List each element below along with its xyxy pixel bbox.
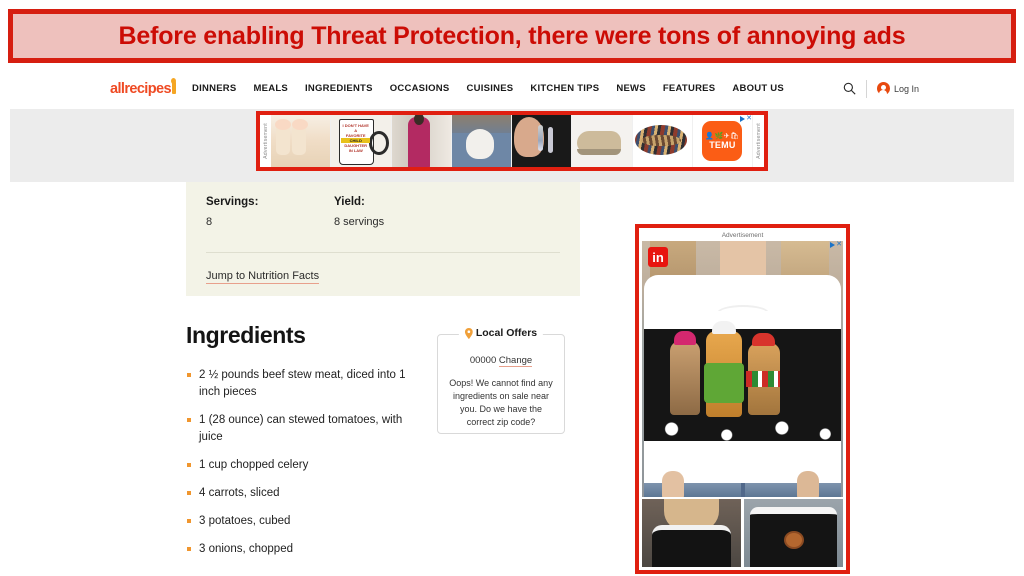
servings-value: 8 — [206, 216, 213, 228]
ingredient-item: 3 potatoes, cubed — [186, 513, 416, 530]
nav-item-kitchen-tips[interactable]: KITCHEN TIPS — [530, 83, 599, 94]
cat-hat-right — [752, 333, 775, 346]
brand-wordmark: allrecipes — [110, 81, 172, 97]
model-hand-left — [662, 471, 684, 497]
ingredient-item: 4 carrots, sliced — [186, 485, 416, 502]
nav-item-occasions[interactable]: OCCASIONS — [390, 83, 450, 94]
sidebar-ad-hero-image[interactable]: in ✕ — [642, 241, 843, 497]
sidebar-advertisement-label: Advertisement — [721, 232, 764, 239]
nav-item-ingredients[interactable]: INGREDIENTS — [305, 83, 373, 94]
temu-glyph-row: 👤🌿✈🛍 — [705, 132, 740, 140]
servings-block: Servings: 8 — [206, 196, 334, 228]
carousel-product-track: I DON'T HAVE A FAVORITE CHILD DAUGHTER IN LA… — [271, 115, 753, 167]
christmas-cat-sweater-graphic — [644, 275, 841, 497]
advertisement-label-left-text: Advertisement — [262, 123, 269, 159]
yield-block: Yield: 8 servings — [334, 196, 462, 228]
nav-item-news[interactable]: NEWS — [616, 83, 646, 94]
nav-item-dinners[interactable]: DINNERS — [192, 83, 237, 94]
site-navigation-bar: allrecipes DINNERS MEALS INGREDIENTS OCC… — [0, 68, 1024, 109]
local-offers-title-row: Local Offers — [458, 327, 544, 339]
top-ad-controls: ✕ — [740, 115, 752, 122]
sidebar-ad-controls: ✕ — [830, 241, 842, 248]
nav-item-cuisines[interactable]: CUISINES — [467, 83, 514, 94]
yield-label: Yield: — [334, 196, 365, 208]
nav-item-about-us[interactable]: ABOUT US — [732, 83, 784, 94]
ad-product-earrings[interactable] — [512, 115, 573, 167]
advertisement-label-right-text: Advertisement — [755, 123, 762, 159]
sweater-snow-band-bottom — [644, 421, 841, 441]
close-icon[interactable]: ✕ — [836, 241, 842, 248]
ingredient-item: 1 (28 ounce) can stewed tomatoes, with j… — [186, 412, 416, 446]
allrecipes-logo[interactable]: allrecipes — [110, 78, 177, 97]
sidebar-advertisement[interactable]: Advertisement in ✕ — [635, 224, 850, 574]
annotation-banner-text: Before enabling Threat Protection, there… — [118, 21, 906, 50]
nav-divider — [865, 79, 867, 98]
recipe-details-card: Servings: 8 Yield: 8 servings Jump to Nu… — [186, 182, 580, 296]
temu-wordmark: TEMU — [709, 139, 736, 150]
card-divider — [206, 252, 560, 253]
map-pin-icon — [464, 327, 473, 339]
ad-brand-temu[interactable]: 👤🌿✈🛍 TEMU — [692, 115, 753, 167]
local-offers-box: Local Offers 00000 Change Oops! We canno… — [437, 327, 565, 434]
ad-product-toe-socks[interactable] — [271, 115, 332, 167]
jump-to-nutrition-facts-link[interactable]: Jump to Nutrition Facts — [206, 270, 320, 284]
advertisement-label-left: Advertisement — [260, 115, 271, 167]
nav-utilities: Log In — [843, 79, 919, 98]
advertisement-label-right: Advertisement — [753, 115, 764, 167]
model-hand-right — [797, 471, 819, 497]
account-avatar-icon — [876, 82, 890, 96]
ad-product-sneaker[interactable] — [572, 115, 633, 167]
sidebar-ad-thumbnails — [642, 499, 843, 567]
ad-product-mug[interactable]: I DON'T HAVE A FAVORITE CHILD DAUGHTER IN LA… — [331, 115, 392, 167]
local-offers-zip-row: 00000 Change — [438, 355, 564, 367]
spoon-icon — [171, 78, 177, 94]
search-icon[interactable] — [843, 82, 856, 95]
sweater-snow-band-top — [644, 311, 841, 329]
ad-product-jumpsuit[interactable] — [391, 115, 452, 167]
recipe-meta-row: Servings: 8 Yield: 8 servings — [206, 196, 560, 228]
ingredients-list: 2 ½ pounds beef stew meat, diced into 1 … — [186, 367, 416, 558]
cat-hat-center — [712, 321, 736, 334]
adchoices-icon[interactable] — [740, 115, 746, 122]
sidebar-ad-thumbnail[interactable] — [642, 499, 741, 567]
ingredients-section: Ingredients 2 ½ pounds beef stew meat, d… — [186, 322, 416, 569]
nav-item-features[interactable]: FEATURES — [663, 83, 716, 94]
nav-item-meals[interactable]: MEALS — [254, 83, 289, 94]
ad-product-dog[interactable] — [451, 115, 512, 167]
ad-product-headband[interactable] — [632, 115, 693, 167]
sidebar-ad-thumbnail[interactable] — [744, 499, 843, 567]
ingredients-heading: Ingredients — [186, 322, 306, 348]
ingredient-item: 1 cup chopped celery — [186, 457, 416, 474]
adchoices-icon[interactable] — [830, 241, 836, 248]
linkedin-badge-icon: in — [648, 247, 668, 267]
cat-graphic-left — [670, 341, 700, 415]
local-offers-title: Local Offers — [475, 327, 538, 339]
nav-links: DINNERS MEALS INGREDIENTS OCCASIONS CUIS… — [192, 83, 784, 94]
ingredient-item: 3 onions, chopped — [186, 541, 416, 558]
mug-artwork-text: I DON'T HAVE A FAVORITE CHILD DAUGHTER IN LA… — [341, 123, 371, 153]
ingredient-item: 2 ½ pounds beef stew meat, diced into 1 … — [186, 367, 416, 401]
close-icon[interactable]: ✕ — [746, 115, 752, 122]
cat-hat-left — [674, 331, 696, 345]
yield-value: 8 servings — [334, 216, 385, 228]
temu-logo: 👤🌿✈🛍 TEMU — [702, 121, 743, 161]
sidebar-ad-creative[interactable]: in ✕ — [642, 241, 843, 567]
top-carousel-advertisement[interactable]: Advertisement I DON'T HAVE A FAVORITE CHIL… — [256, 111, 768, 171]
local-offers-message: Oops! We cannot find any ingredients on … — [449, 378, 553, 427]
cat-scarf-right — [746, 371, 780, 387]
browser-page: Before enabling Threat Protection, there… — [0, 0, 1024, 576]
login-label: Log In — [893, 83, 919, 94]
zip-code-value: 00000 — [469, 355, 497, 366]
change-zip-link[interactable]: Change — [498, 355, 533, 367]
servings-label: Servings: — [206, 196, 259, 208]
login-button[interactable]: Log In — [876, 82, 919, 96]
annotation-banner: Before enabling Threat Protection, there… — [8, 9, 1016, 63]
cat-scarf-center — [704, 363, 744, 403]
